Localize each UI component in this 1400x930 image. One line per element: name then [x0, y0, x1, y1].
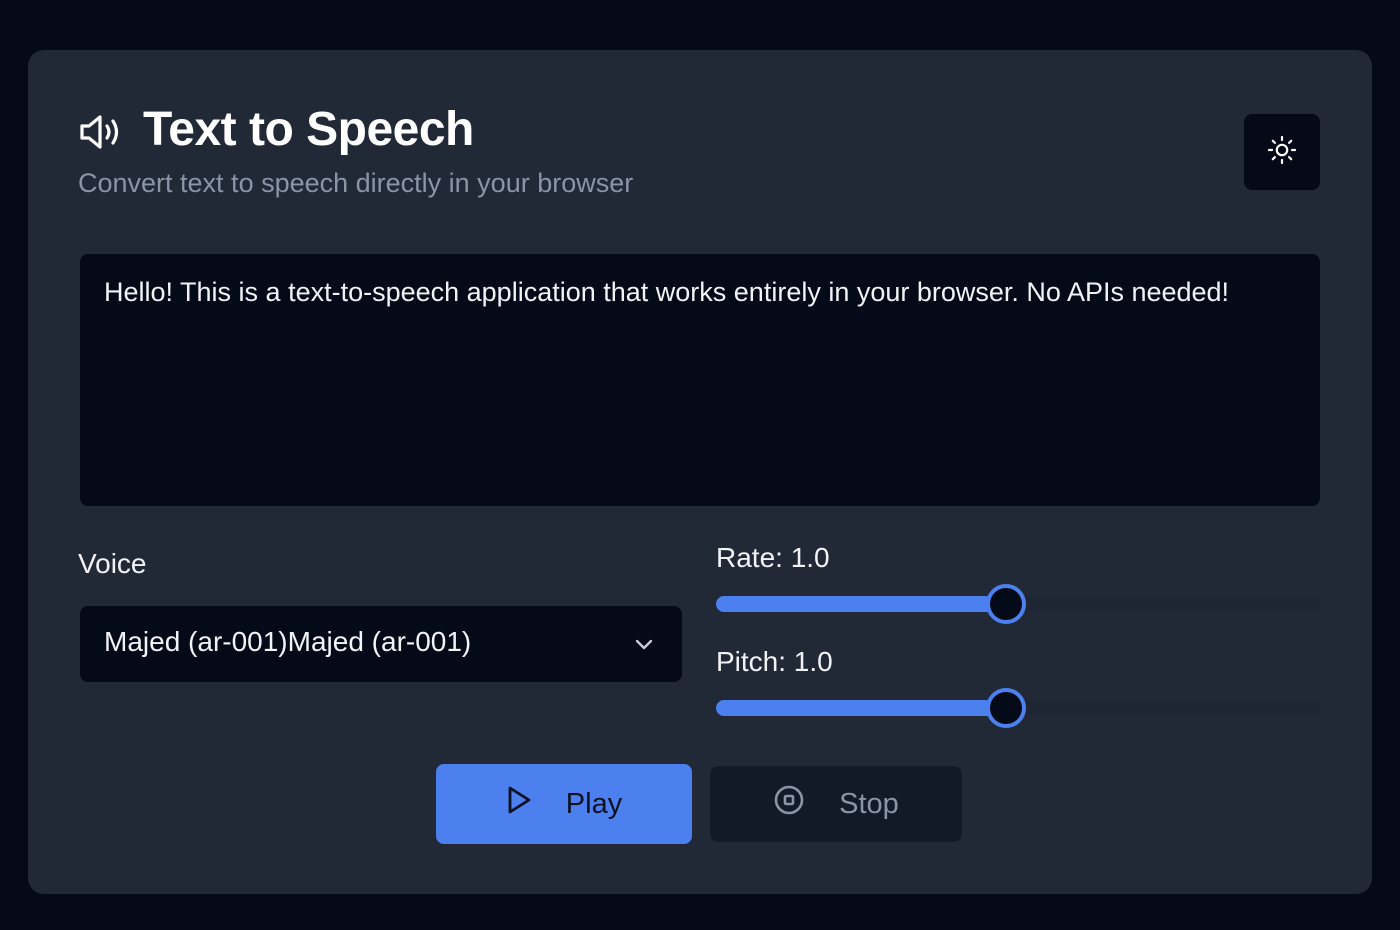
- stop-circle-icon: [773, 784, 805, 824]
- pitch-slider-thumb[interactable]: [986, 688, 1026, 728]
- play-icon: [506, 785, 532, 823]
- pitch-label: Pitch: 1.0: [716, 646, 833, 677]
- pitch-slider[interactable]: [716, 688, 1320, 728]
- sun-icon: [1267, 135, 1297, 170]
- speech-text-input[interactable]: Hello! This is a text-to-speech applicat…: [80, 254, 1320, 506]
- voice-select-value: Majed (ar-001)Majed (ar-001): [104, 626, 472, 657]
- theme-toggle-button[interactable]: [1244, 114, 1320, 190]
- tts-card: Text to Speech Convert text to speech di…: [28, 50, 1372, 894]
- rate-slider[interactable]: [716, 584, 1320, 624]
- voice-label: Voice: [78, 548, 147, 579]
- rate-label: Rate: 1.0: [716, 542, 830, 573]
- rate-slider-thumb[interactable]: [986, 584, 1026, 624]
- voice-select[interactable]: Majed (ar-001)Majed (ar-001): [80, 606, 682, 682]
- page-subtitle: Convert text to speech directly in your …: [78, 168, 634, 198]
- stop-button[interactable]: Stop: [710, 766, 962, 842]
- page-title: Text to Speech: [143, 103, 474, 156]
- stop-label: Stop: [839, 787, 899, 820]
- speaker-volume-icon: [78, 112, 126, 152]
- chevron-down-icon: [632, 634, 656, 654]
- rate-slider-fill: [716, 596, 1006, 612]
- play-button[interactable]: Play: [436, 764, 692, 844]
- pitch-slider-fill: [716, 700, 1006, 716]
- play-label: Play: [565, 787, 623, 820]
